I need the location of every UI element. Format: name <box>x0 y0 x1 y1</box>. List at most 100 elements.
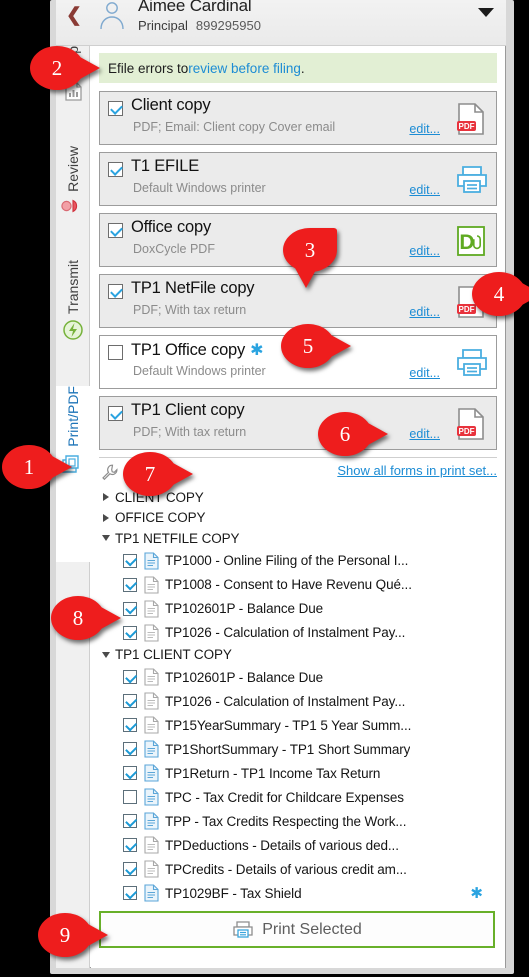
callout-badge-4: 4 <box>472 272 529 316</box>
edit-link[interactable]: edit... <box>409 305 440 319</box>
print-set-title-text: TP1 Client copy <box>131 401 245 419</box>
print-set-checkbox[interactable] <box>108 345 123 360</box>
badge-number: 2 <box>51 55 63 80</box>
forms-tree: CLIENT COPY OFFICE COPY TP1 NETFILE COPY T… <box>101 487 497 905</box>
print-set-checkbox[interactable] <box>108 223 123 238</box>
tree-form-row[interactable]: TPDeductions - Details of various ded... <box>101 833 497 857</box>
pdf-file-icon: PDF <box>457 103 484 135</box>
client-role: Principal <box>138 18 188 33</box>
tree-form-row[interactable]: TPP - Tax Credits Respecting the Work... <box>101 809 497 833</box>
chevron-down-icon[interactable] <box>102 535 110 542</box>
form-checkbox[interactable] <box>123 577 137 592</box>
edit-link[interactable]: edit... <box>409 427 440 441</box>
form-checkbox[interactable] <box>123 742 137 756</box>
form-label: TP1026 - Calculation of Instalment Pay..… <box>165 625 406 640</box>
tree-form-row[interactable]: TP1000 - Online Filing of the Personal I… <box>101 549 497 573</box>
client-name: Aimee Cardinal <box>138 0 252 15</box>
form-checkbox[interactable] <box>123 862 137 876</box>
print-pdf-panel: Efile errors to review before filing. Cl… <box>91 46 505 968</box>
chevron-down-icon[interactable] <box>102 651 110 658</box>
tree-group[interactable]: TP1 CLIENT COPY <box>101 645 497 666</box>
tree-form-row[interactable]: TPC - Tax Credit for Childcare Expenses <box>101 785 497 809</box>
form-checkbox[interactable] <box>123 694 137 708</box>
print-set-subtitle: PDF; With tax return <box>133 425 247 439</box>
tree-form-row[interactable]: TP102601P - Balance Due <box>101 665 497 689</box>
tree-form-row[interactable]: TP1029BF - Tax Shield ✱ <box>101 881 497 905</box>
tree-form-row[interactable]: TPCredits - Details of various credit am… <box>101 857 497 881</box>
sidebar-item-transmit[interactable]: Transmit <box>56 260 90 382</box>
client-header: ❮ Aimee Cardinal Principal 899295950 <box>56 0 506 46</box>
form-checkbox[interactable] <box>123 766 137 780</box>
print-set-card[interactable]: T1 EFILE Default Windows printer edit... <box>99 152 497 206</box>
print-set-checkbox[interactable] <box>108 406 123 421</box>
review-before-filing-link[interactable]: review before filing <box>188 61 301 76</box>
document-icon <box>144 740 159 758</box>
tree-form-row[interactable]: TP15YearSummary - TP1 5 Year Summ... <box>101 713 497 737</box>
callout-badge-9: 9 <box>38 913 108 957</box>
form-checkbox[interactable] <box>123 625 137 640</box>
form-checkbox[interactable] <box>123 718 137 732</box>
person-icon <box>100 2 124 30</box>
form-label: TP1Return - TP1 Income Tax Return <box>165 765 381 781</box>
document-icon <box>144 860 159 878</box>
callout-badge-3: 3 <box>283 228 337 288</box>
form-checkbox[interactable] <box>123 886 137 900</box>
document-icon <box>144 623 159 642</box>
badge-number: 9 <box>59 922 71 947</box>
back-chevron-icon[interactable]: ❮ <box>66 6 82 26</box>
print-set-output-icon <box>454 163 488 197</box>
efile-error-banner: Efile errors to review before filing. <box>99 53 497 83</box>
tree-form-row[interactable]: TP1026 - Calculation of Instalment Pay..… <box>101 689 497 713</box>
print-set-checkbox[interactable] <box>108 162 123 177</box>
chevron-right-icon[interactable] <box>103 493 109 502</box>
edit-link[interactable]: edit... <box>409 366 440 380</box>
print-set-title: TP1 Office copy ✱ <box>131 340 264 360</box>
edit-link[interactable]: edit... <box>409 122 440 136</box>
transmit-icon <box>63 320 83 340</box>
edit-link[interactable]: edit... <box>409 244 440 258</box>
document-icon <box>144 764 159 782</box>
tree-form-row[interactable]: TP1Return - TP1 Income Tax Return <box>101 761 497 785</box>
print-set-card[interactable]: Client copy PDF; Email: Client copy Cover… <box>99 91 497 145</box>
print-selected-label: Print Selected <box>262 920 362 938</box>
tree-form-row[interactable]: TP102601P - Balance Due <box>101 597 497 621</box>
tree-group[interactable]: OFFICE COPY <box>101 508 497 529</box>
sidebar-item-label: Transmit <box>65 260 81 314</box>
form-checkbox[interactable] <box>123 790 137 804</box>
print-set-card[interactable]: TP1 Client copy PDF; With tax return edit.… <box>99 396 497 450</box>
document-icon <box>144 788 159 806</box>
form-checkbox[interactable] <box>123 838 137 852</box>
form-label: TPP - Tax Credits Respecting the Work... <box>165 813 407 829</box>
document-icon <box>144 716 159 734</box>
tree-group[interactable]: TP1 NETFILE COPY <box>101 528 497 549</box>
badge-number: 8 <box>72 605 84 630</box>
form-checkbox[interactable] <box>123 601 137 616</box>
callout-badge-6: 6 <box>318 412 388 456</box>
form-label: TPC - Tax Credit for Childcare Expenses <box>165 789 404 805</box>
badge-number: 5 <box>302 333 314 358</box>
form-checkbox[interactable] <box>123 553 137 568</box>
sidebar-item-review[interactable]: Review <box>56 146 90 256</box>
doxcycle-icon: D <box>457 226 485 256</box>
svg-text:PDF: PDF <box>459 427 475 436</box>
print-set-title-text: T1 EFILE <box>131 157 200 175</box>
edit-link[interactable]: edit... <box>409 183 440 197</box>
wrench-icon[interactable] <box>101 464 118 481</box>
printer-icon <box>457 166 487 193</box>
chevron-right-icon[interactable] <box>103 513 109 522</box>
printer-icon <box>457 349 487 376</box>
show-all-forms-link[interactable]: Show all forms in print set... <box>337 463 497 478</box>
badge-number: 4 <box>493 281 505 306</box>
document-icon <box>144 575 159 594</box>
document-icon <box>144 668 159 686</box>
print-selected-button[interactable]: Print Selected <box>99 911 495 948</box>
chevron-down-icon[interactable] <box>478 8 494 17</box>
print-set-checkbox[interactable] <box>108 101 123 116</box>
print-set-checkbox[interactable] <box>108 284 123 299</box>
form-checkbox[interactable] <box>123 814 137 828</box>
asterisk-icon: ✱ <box>470 885 483 902</box>
tree-form-row[interactable]: TP1008 - Consent to Have Revenu Qué... <box>101 573 497 597</box>
tree-form-row[interactable]: TP1026 - Calculation of Instalment Pay..… <box>101 621 497 645</box>
form-checkbox[interactable] <box>123 670 137 684</box>
tree-form-row[interactable]: TP1ShortSummary - TP1 Short Summary <box>101 737 497 761</box>
